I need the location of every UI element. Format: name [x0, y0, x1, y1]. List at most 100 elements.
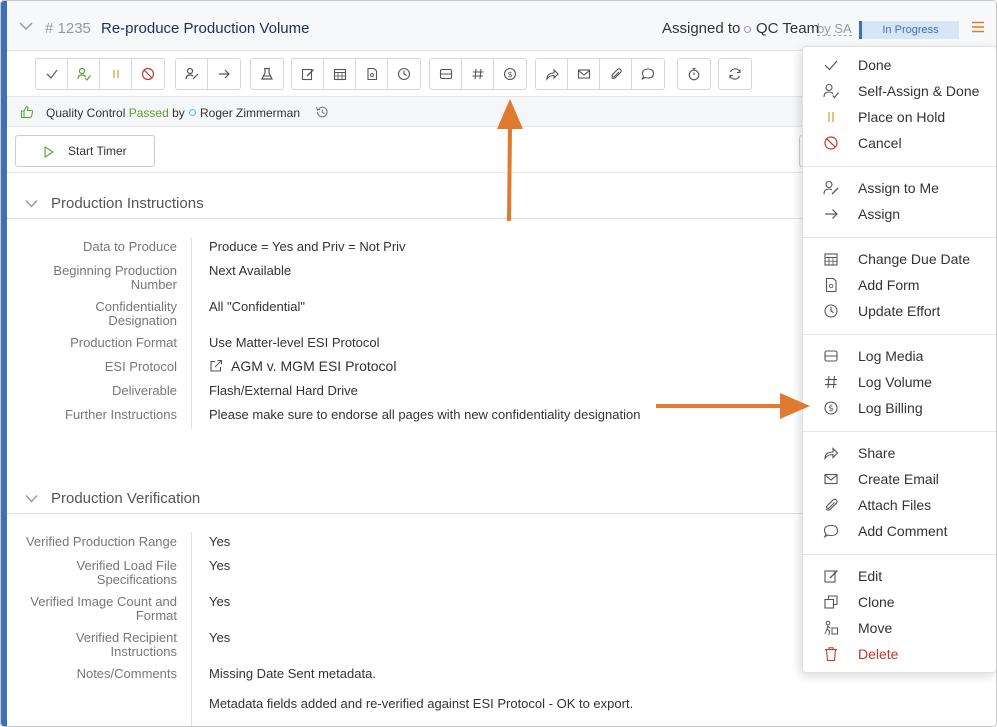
assigned-team[interactable]: QC Team: [756, 20, 819, 37]
field-value: Metadata fields added and re-verified ag…: [209, 696, 634, 711]
menu-item-assign[interactable]: Assign: [803, 201, 996, 227]
divider: [191, 237, 192, 429]
done-button[interactable]: [36, 59, 68, 89]
update-effort-button[interactable]: [388, 59, 420, 89]
hold-button[interactable]: [100, 59, 132, 89]
check-icon: [46, 69, 58, 79]
hash-icon: [472, 68, 483, 80]
field-value: Yes: [209, 594, 231, 609]
menu-item-move[interactable]: Move: [803, 615, 996, 641]
team-dot-icon: [744, 26, 751, 33]
log-volume-button[interactable]: [462, 59, 494, 89]
menu-item-create-email[interactable]: Create Email: [803, 466, 996, 492]
field-value: Use Matter-level ESI Protocol: [209, 335, 380, 350]
field-label: Beginning Production Number: [53, 263, 177, 292]
form-icon: [366, 67, 377, 81]
menu-item-label: Move: [858, 620, 893, 636]
menu-item-attach-files[interactable]: Attach Files: [803, 492, 996, 518]
external-link-icon: [210, 359, 223, 372]
history-icon[interactable]: [315, 105, 329, 119]
calendar-icon: [824, 253, 838, 266]
menu-item-share[interactable]: Share: [803, 440, 996, 466]
chevron-down-icon: [25, 200, 38, 208]
menu-divider: [803, 166, 996, 167]
menu-divider: [803, 334, 996, 335]
field-value: Next Available: [209, 263, 292, 278]
assign-to-me-icon: [184, 67, 198, 80]
paperclip-icon: [610, 68, 622, 80]
pause-icon: [828, 112, 834, 122]
menu-item-update-effort[interactable]: Update Effort: [803, 298, 996, 324]
field-label: Deliverable: [111, 383, 177, 398]
chevron-down-icon[interactable]: [19, 21, 33, 31]
qc-button[interactable]: [251, 59, 283, 89]
field-label: Verified Image Count and Format: [30, 594, 177, 623]
email-button[interactable]: [568, 59, 600, 89]
menu-item-label: Log Billing: [858, 400, 923, 416]
log-billing-button[interactable]: $: [494, 59, 526, 89]
assigned-by[interactable]: by SA: [817, 22, 852, 36]
cancel-button[interactable]: [132, 59, 164, 89]
menu-item-add-form[interactable]: Add Form: [803, 272, 996, 298]
toolbar-group-share: [535, 58, 665, 90]
edit-button[interactable]: [292, 59, 324, 89]
attach-button[interactable]: [600, 59, 632, 89]
start-timer-label: Start Timer: [68, 144, 127, 158]
self-assign-done-button[interactable]: [68, 59, 100, 89]
user-dot-icon: [189, 109, 196, 116]
field-value: Yes: [209, 558, 231, 573]
menu-item-assign-to-me[interactable]: Assign to Me: [803, 175, 996, 201]
menu-item-log-volume[interactable]: Log Volume: [803, 369, 996, 395]
qc-user[interactable]: Roger Zimmerman: [200, 106, 300, 120]
menu-item-delete[interactable]: Delete: [803, 641, 996, 667]
task-header: # 1235 Re-produce Production Volume Assi…: [7, 1, 996, 51]
pause-icon: [112, 70, 119, 78]
menu-item-add-comment[interactable]: Add Comment: [803, 518, 996, 544]
field-value: Produce = Yes and Priv = Not Priv: [209, 239, 406, 254]
menu-item-label: Edit: [858, 568, 883, 584]
comment-icon: [641, 68, 655, 81]
menu-item-place-on-hold[interactable]: Place on Hold: [803, 104, 996, 130]
task-title: Re-produce Production Volume: [101, 20, 310, 37]
start-timer-button[interactable]: Start Timer: [15, 135, 155, 167]
dollar-icon: $: [824, 401, 838, 415]
field-value: Missing Date Sent metadata.: [209, 666, 376, 681]
menu-item-edit[interactable]: Edit: [803, 563, 996, 589]
self-assign-icon: [76, 67, 91, 81]
edit-icon: [301, 68, 314, 81]
menu-item-label: Add Form: [858, 277, 920, 293]
annotation-arrow-right: [656, 393, 810, 419]
email-icon: [577, 69, 590, 79]
assign-to-me-icon: [823, 180, 839, 195]
esi-protocol-link[interactable]: AGM v. MGM ESI Protocol: [209, 359, 396, 374]
refresh-button[interactable]: [719, 59, 751, 89]
arrow-right-icon: [825, 209, 838, 219]
paperclip-icon: [825, 498, 838, 511]
comment-button[interactable]: [632, 59, 664, 89]
flask-icon: [261, 67, 273, 80]
edit-icon: [824, 570, 838, 583]
menu-item-label: Share: [858, 445, 896, 461]
menu-item-log-billing[interactable]: $ Log Billing: [803, 395, 996, 421]
toolbar-group-edit: [291, 58, 421, 90]
menu-item-log-media[interactable]: Log Media: [803, 343, 996, 369]
menu-divider: [803, 431, 996, 432]
menu-item-clone[interactable]: Clone: [803, 589, 996, 615]
log-media-button[interactable]: [430, 59, 462, 89]
due-date-button[interactable]: [324, 59, 356, 89]
status-badge[interactable]: In Progress: [859, 21, 959, 39]
menu-item-change-due-date[interactable]: Change Due Date: [803, 246, 996, 272]
menu-item-cancel[interactable]: Cancel: [803, 130, 996, 156]
qc-prefix: Quality Control: [46, 106, 126, 120]
assign-to-me-button[interactable]: [176, 59, 208, 89]
assign-button[interactable]: [208, 59, 240, 89]
stopwatch-button[interactable]: [678, 59, 710, 89]
menu-item-done[interactable]: Done: [803, 52, 996, 78]
add-form-button[interactable]: [356, 59, 388, 89]
share-button[interactable]: [536, 59, 568, 89]
menu-item-label: Log Volume: [858, 374, 932, 390]
move-icon: [824, 620, 838, 636]
trash-icon: [825, 647, 837, 662]
hamburger-menu-icon[interactable]: [971, 21, 985, 33]
menu-item-self-assign-done[interactable]: Self-Assign & Done: [803, 78, 996, 104]
